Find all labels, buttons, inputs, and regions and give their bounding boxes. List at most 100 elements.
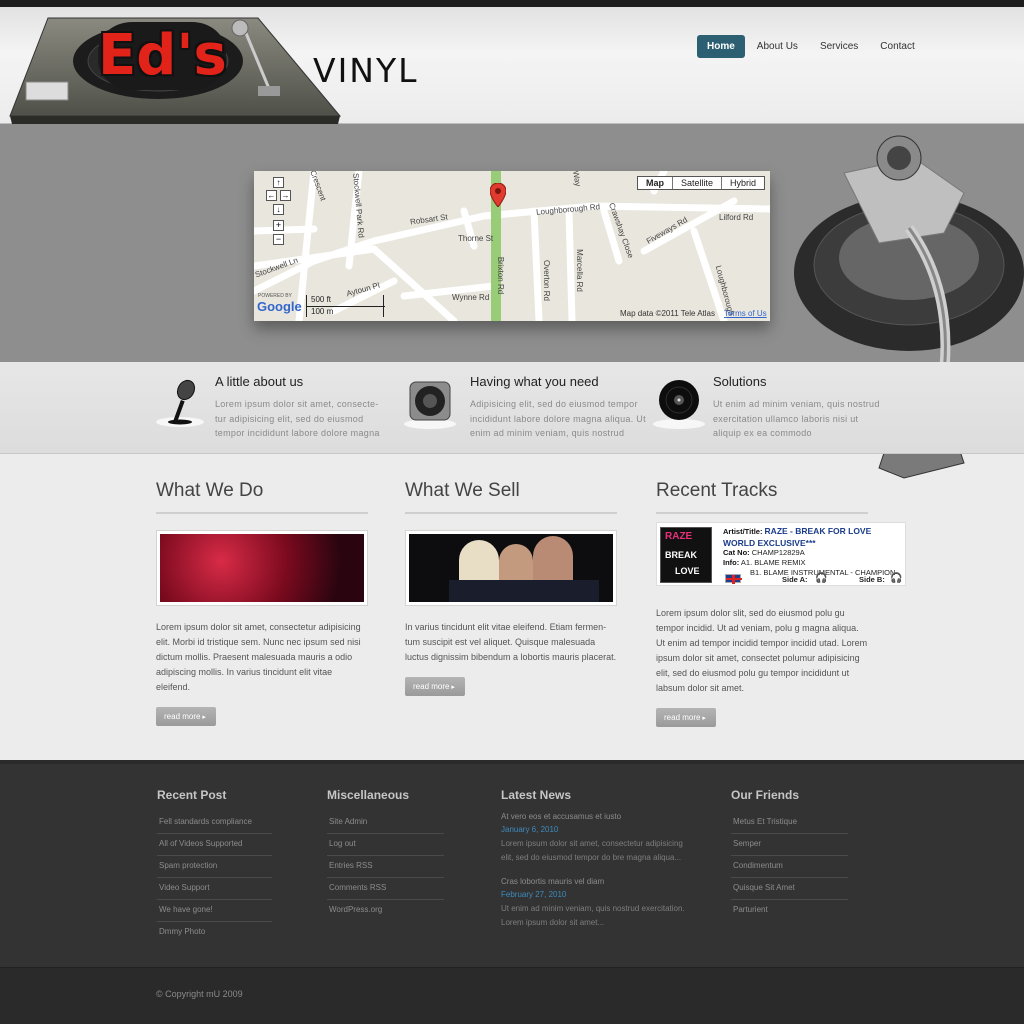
- read-more-button[interactable]: read more: [656, 708, 716, 727]
- column-title: What We Sell: [405, 480, 617, 514]
- footer-link[interactable]: Fell standards compliance: [157, 812, 272, 834]
- footer-link[interactable]: Quisque Sit Amet: [731, 878, 848, 900]
- side-a-label: Side A:: [782, 575, 808, 584]
- read-more-button[interactable]: read more: [405, 677, 465, 696]
- footer-title: Recent Post: [157, 788, 227, 802]
- map-pan-zoom-controls[interactable]: ↑ ← → ↓ + −: [266, 177, 292, 247]
- cover-love: LOVE: [675, 566, 700, 576]
- page: Ed's VINYL Home About Us Services Contac…: [0, 0, 1024, 1024]
- feature-title: Having what you need: [470, 374, 599, 389]
- footer-link[interactable]: Semper: [731, 834, 848, 856]
- track-cat: CHAMP12829A: [751, 548, 805, 557]
- google-map[interactable]: ↑ ← → ↓ + − Map Satellite Hybrid Crescen…: [254, 171, 770, 321]
- google-logo[interactable]: Google: [257, 299, 302, 314]
- footer-link[interactable]: Entries RSS: [327, 856, 444, 878]
- map-type-satellite[interactable]: Satellite: [671, 177, 721, 189]
- street-label: Wynne Rd: [452, 293, 490, 302]
- footer-link[interactable]: Video Support: [157, 878, 272, 900]
- read-more-button[interactable]: read more: [156, 707, 216, 726]
- feature-title: A little about us: [215, 374, 304, 389]
- headphones-a-icon[interactable]: 🎧: [815, 573, 827, 584]
- footer-link[interactable]: Parturient: [731, 900, 848, 921]
- vinyl-record-icon: [653, 380, 705, 429]
- pan-right-icon[interactable]: →: [280, 190, 291, 201]
- brand-name: VINYL: [313, 51, 419, 90]
- column-text: Lorem ipsum dolor sit amet, consectetur …: [156, 622, 361, 692]
- column-recent-tracks: Recent Tracks Lorem ipsum dolor slit, se…: [656, 480, 868, 727]
- feature-about: A little about us Lorem ipsum dolor sit …: [215, 374, 390, 441]
- nav-services[interactable]: Services: [810, 35, 868, 58]
- people-photo[interactable]: [405, 530, 617, 606]
- street-label: Brixton Rd: [496, 256, 506, 295]
- track-a1: A1. BLAME REMIX: [740, 558, 806, 567]
- footer-title: Our Friends: [731, 788, 800, 802]
- dj-photo-image: [160, 534, 364, 602]
- footer-recent-post: Recent Post Fell standards compliance Al…: [157, 788, 272, 943]
- news-item[interactable]: At vero eos et accusamus et iusto Januar…: [501, 812, 691, 865]
- dj-photo[interactable]: [156, 530, 368, 606]
- logo-text: Ed's: [98, 22, 227, 90]
- people-photo-image: [409, 534, 613, 602]
- map-attribution: Map data ©2011 Tele Atlas: [620, 309, 715, 318]
- copyright-text: © Copyright mU 2009: [156, 989, 243, 999]
- news-title[interactable]: At vero eos et accusamus et iusto: [501, 812, 691, 821]
- street-label: Marcella Rd: [574, 249, 584, 292]
- footer-link[interactable]: Metus Et Tristique: [731, 812, 848, 834]
- footer-link[interactable]: We have gone!: [157, 900, 272, 922]
- track-info-line: Info: A1. BLAME REMIX: [723, 558, 905, 568]
- news-title[interactable]: Cras lobortis mauris vel diam: [501, 877, 691, 886]
- footer-link[interactable]: Site Admin: [327, 812, 444, 834]
- nav-about-us[interactable]: About Us: [747, 35, 808, 58]
- info-label: Info:: [723, 558, 740, 567]
- news-excerpt: Ut enim ad minim veniam, quis nostrud ex…: [501, 904, 685, 927]
- footer-title: Miscellaneous: [327, 788, 410, 802]
- column-title: Recent Tracks: [656, 480, 868, 514]
- zoom-in-icon[interactable]: +: [273, 220, 284, 231]
- cat-label: Cat No:: [723, 548, 750, 557]
- scale-meters: 100 m: [311, 307, 334, 316]
- zoom-out-icon[interactable]: −: [273, 234, 284, 245]
- map-type-hybrid[interactable]: Hybrid: [720, 177, 764, 189]
- news-excerpt: Lorem ipsum dolor sit amet, consectetur …: [501, 839, 683, 862]
- feature-text: Adipisicing elit, sed do eiusmod tempor …: [470, 399, 646, 438]
- track-artist-line: Artist/Title: RAZE - BREAK FOR LOVE: [723, 526, 905, 537]
- pan-down-icon[interactable]: ↓: [273, 204, 284, 215]
- footer-link[interactable]: Dmmy Photo: [157, 922, 272, 943]
- column-text: In varius tincidunt elit vitae eleifend.…: [405, 622, 617, 662]
- news-item[interactable]: Cras lobortis mauris vel diam February 2…: [501, 877, 691, 930]
- footer-link[interactable]: WordPress.org: [327, 900, 444, 921]
- footer-miscellaneous: Miscellaneous Site Admin Log out Entries…: [327, 788, 444, 921]
- track-subtitle: WORLD EXCLUSIVE***: [723, 538, 816, 548]
- column-text: Lorem ipsum dolor slit, sed do eiusmod p…: [656, 608, 868, 693]
- headphones-b-icon[interactable]: 🎧: [890, 573, 902, 584]
- cover-break: BREAK: [665, 550, 698, 560]
- track-cover: RAZE BREAK LOVE: [660, 527, 712, 583]
- news-date: February 27, 2010: [501, 890, 567, 899]
- column-title: What We Do: [156, 480, 368, 514]
- track-card[interactable]: RAZE BREAK LOVE Artist/Title: RAZE - BRE…: [656, 522, 906, 586]
- map-marker-icon[interactable]: [490, 183, 506, 207]
- scale-feet: 500 ft: [311, 295, 332, 304]
- copyright-bar: [0, 967, 1024, 1024]
- footer-link[interactable]: Condimentum: [731, 856, 848, 878]
- footer-link[interactable]: Log out: [327, 834, 444, 856]
- map-terms-link[interactable]: Terms of Us: [724, 309, 767, 318]
- pan-up-icon[interactable]: ↑: [273, 177, 284, 188]
- map-type-switch: Map Satellite Hybrid: [636, 176, 765, 190]
- footer-link[interactable]: Comments RSS: [327, 878, 444, 900]
- map-scale: 500 ft 100 m: [306, 295, 385, 317]
- footer-link[interactable]: Spam protection: [157, 856, 272, 878]
- pan-left-icon[interactable]: ←: [266, 190, 277, 201]
- feature-text: Lorem ipsum dolor sit amet, consecte-tur…: [215, 399, 380, 438]
- uk-flag-icon: [725, 574, 742, 584]
- map-type-map[interactable]: Map: [638, 177, 672, 189]
- top-strip: [0, 0, 1024, 7]
- speaker-icon: [404, 381, 456, 429]
- column-what-we-sell: What We Sell In varius tincidunt elit vi…: [405, 480, 617, 696]
- nav-contact[interactable]: Contact: [870, 35, 924, 58]
- side-b-label: Side B:: [859, 575, 885, 584]
- footer-link[interactable]: All of Videos Supported: [157, 834, 272, 856]
- nav-home[interactable]: Home: [697, 35, 745, 58]
- artist-label: Artist/Title:: [723, 527, 763, 536]
- news-date: January 6, 2010: [501, 825, 559, 834]
